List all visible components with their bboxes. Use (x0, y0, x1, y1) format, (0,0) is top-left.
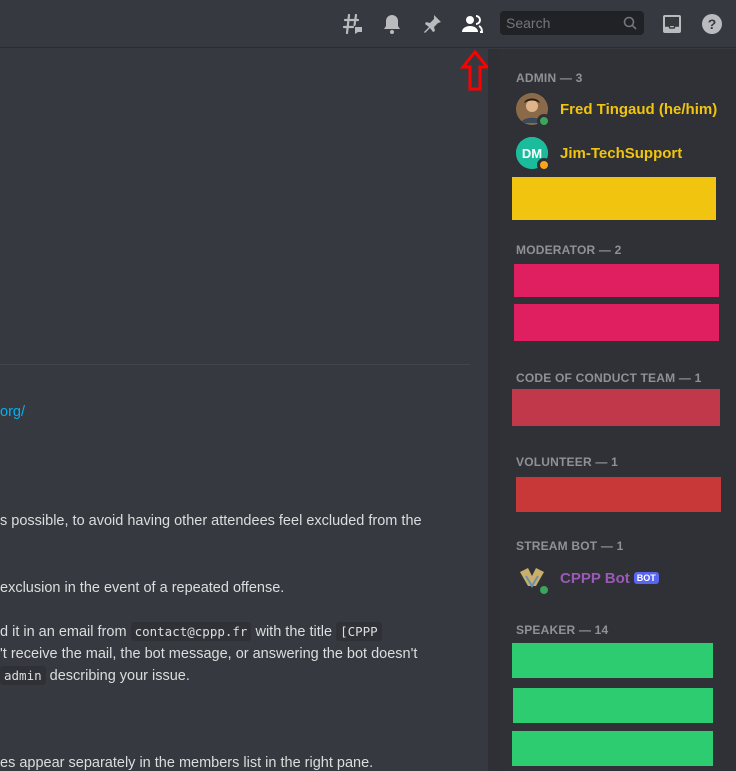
member-group-title: MODERATOR — 2 (516, 243, 622, 257)
redacted-member (516, 477, 721, 512)
member-list-icon[interactable] (460, 12, 484, 36)
member-group-title: STREAM BOT — 1 (516, 539, 624, 553)
chat-scrollbar[interactable] (488, 49, 500, 771)
inline-code: admin (0, 666, 46, 685)
threads-icon[interactable] (340, 12, 364, 36)
redacted-member (512, 177, 716, 220)
redacted-member (512, 389, 720, 426)
message-text: s possible, to avoid having other attend… (0, 513, 422, 529)
message-text: d it in an email from contact@cppp.fr wi… (0, 622, 382, 642)
message-text-part: d it in an email from (0, 624, 131, 640)
bot-name: CPPP Bot (560, 569, 630, 587)
message-text: 't receive the mail, the bot message, or… (0, 646, 418, 662)
message-divider (0, 364, 470, 365)
avatar (516, 93, 551, 128)
redacted-member (512, 643, 713, 678)
member-name: CPPP Bot BOT (560, 570, 659, 587)
message-text-part: with the title (251, 624, 337, 640)
redacted-member (513, 688, 713, 723)
member-item[interactable]: Fred Tingaud (he/him) (516, 91, 718, 128)
svg-text:?: ? (708, 16, 717, 32)
chat-area: org/ s possible, to avoid having other a… (0, 49, 488, 771)
search-input[interactable] (506, 15, 618, 31)
notification-bell-icon[interactable] (380, 12, 404, 36)
bot-badge: BOT (633, 571, 659, 584)
idle-status-icon (537, 158, 551, 172)
member-item[interactable]: DM Jim-TechSupport (516, 135, 683, 172)
member-group-title: SPEAKER — 14 (516, 623, 609, 637)
member-group-title: ADMIN — 3 (516, 71, 583, 85)
member-name: Fred Tingaud (he/him) (560, 100, 718, 118)
online-status-icon (537, 583, 551, 597)
message-text-part: describing your issue. (45, 668, 190, 684)
inline-code: [CPPP (336, 622, 382, 641)
redacted-member (512, 731, 713, 766)
search-icon (623, 16, 637, 35)
pin-icon[interactable] (420, 12, 444, 36)
inbox-icon[interactable] (660, 12, 684, 36)
member-item[interactable]: CPPP Bot BOT (516, 560, 659, 597)
avatar: DM (516, 137, 551, 172)
member-group-title: VOLUNTEER — 1 (516, 455, 618, 469)
channel-header: ? (0, 0, 736, 48)
message-text: exclusion in the event of a repeated off… (0, 580, 285, 596)
online-status-icon (537, 114, 551, 128)
message-link[interactable]: org/ (0, 402, 25, 422)
search-box[interactable] (500, 11, 644, 35)
avatar (516, 562, 551, 597)
message-text: admin describing your issue. (0, 666, 190, 686)
redacted-member (514, 264, 719, 297)
redacted-member (514, 304, 719, 341)
inline-code: contact@cppp.fr (130, 622, 252, 641)
help-icon[interactable]: ? (700, 12, 724, 36)
member-group-title: CODE OF CONDUCT TEAM — 1 (516, 371, 702, 385)
member-name: Jim-TechSupport (560, 144, 683, 162)
member-list: ADMIN — 3 Fred Tingaud (he/him) DM Jim-T… (500, 49, 736, 771)
message-text: es appear separately in the members list… (0, 755, 374, 771)
